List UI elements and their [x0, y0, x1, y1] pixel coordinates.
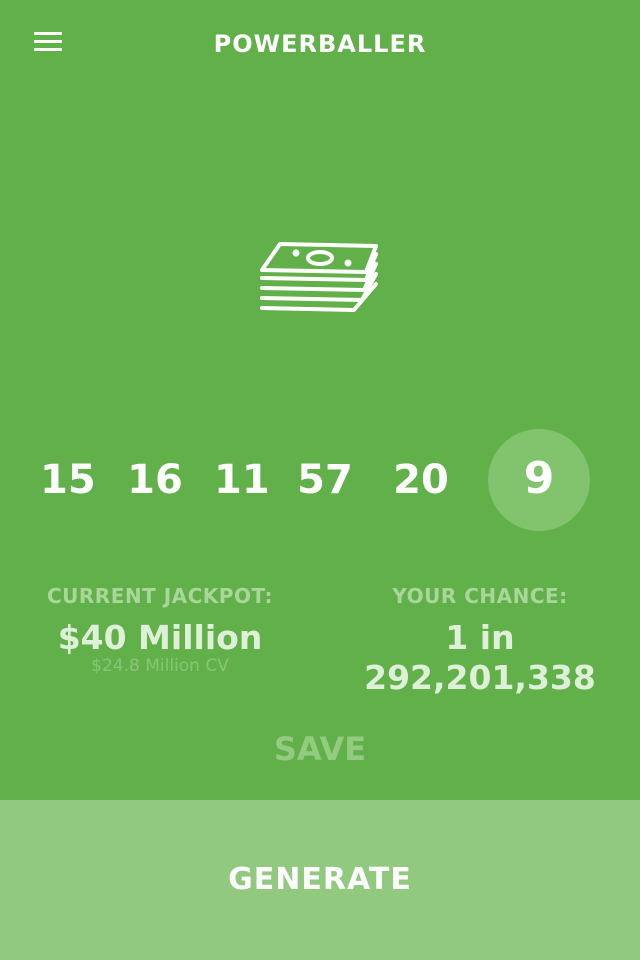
jackpot-panel: CURRENT JACKPOT: $40 Million $24.8 Milli… — [20, 584, 300, 676]
jackpot-value: $40 Million — [57, 618, 263, 657]
generate-button[interactable]: GENERATE — [0, 800, 640, 960]
app-title: POWERBALLER — [213, 30, 427, 58]
jackpot-cash-value: $24.8 Million CV — [91, 656, 229, 676]
white-ball: 11 — [214, 457, 270, 503]
money-stack-icon — [256, 236, 384, 324]
chance-value: 1 in 292,201,338 — [364, 618, 596, 697]
jackpot-label: CURRENT JACKPOT: — [46, 584, 274, 608]
top-bar: POWERBALLER — [0, 0, 640, 92]
chance-panel: YOUR CHANCE: 1 in 292,201,338 — [330, 584, 630, 698]
number-row: 15 16 11 57 20 9 — [0, 428, 640, 532]
white-ball: 16 — [127, 457, 183, 503]
save-button[interactable]: SAVE — [220, 724, 420, 774]
white-ball: 57 — [297, 457, 353, 503]
white-ball: 20 — [393, 457, 449, 503]
white-ball: 15 — [40, 457, 96, 503]
power-ball: 9 — [488, 429, 590, 531]
chance-label: YOUR CHANCE: — [392, 584, 568, 608]
